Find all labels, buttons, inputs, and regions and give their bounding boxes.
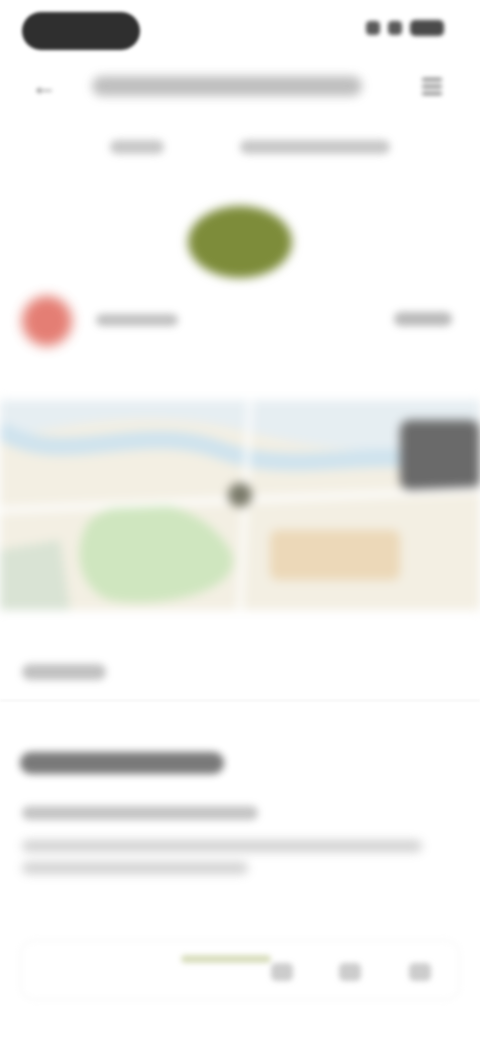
- avatar-icon[interactable]: [22, 296, 72, 346]
- map-building: [270, 530, 400, 580]
- brand-logo-icon: [188, 206, 292, 278]
- map-marker: [400, 420, 480, 490]
- signal-icon: [366, 21, 380, 35]
- map-graphic: [0, 400, 480, 610]
- wifi-icon: [388, 21, 402, 35]
- map-park-left: [0, 540, 70, 610]
- content-body-line-1: [22, 840, 422, 852]
- profile-icon[interactable]: [409, 963, 431, 981]
- status-icons: [366, 20, 444, 36]
- bottom-accent: [181, 955, 271, 963]
- content-heading: [20, 752, 224, 774]
- header: ←: [0, 62, 480, 110]
- bottom-bar: [20, 940, 460, 1000]
- home-icon[interactable]: [271, 963, 293, 981]
- profile-name: [96, 314, 178, 326]
- map-icon[interactable]: [0, 400, 480, 610]
- profile-row: [0, 288, 480, 352]
- profile-action-button[interactable]: [394, 312, 452, 326]
- search-icon[interactable]: [339, 963, 361, 981]
- section-divider: [0, 700, 480, 701]
- back-arrow-icon[interactable]: ←: [30, 72, 58, 100]
- status-pill: [22, 12, 140, 50]
- subtitle-row: [0, 130, 480, 166]
- map-pin: [228, 483, 252, 507]
- content-body-line-2: [22, 862, 248, 874]
- menu-icon[interactable]: [418, 72, 446, 100]
- battery-icon: [410, 20, 444, 36]
- app-screen: ←: [0, 0, 480, 1040]
- content-subheading: [22, 806, 258, 820]
- section-label: [22, 664, 106, 680]
- subtitle-left[interactable]: [110, 140, 164, 154]
- subtitle-right[interactable]: [240, 140, 390, 154]
- header-title: [92, 76, 362, 96]
- status-bar: [0, 0, 480, 64]
